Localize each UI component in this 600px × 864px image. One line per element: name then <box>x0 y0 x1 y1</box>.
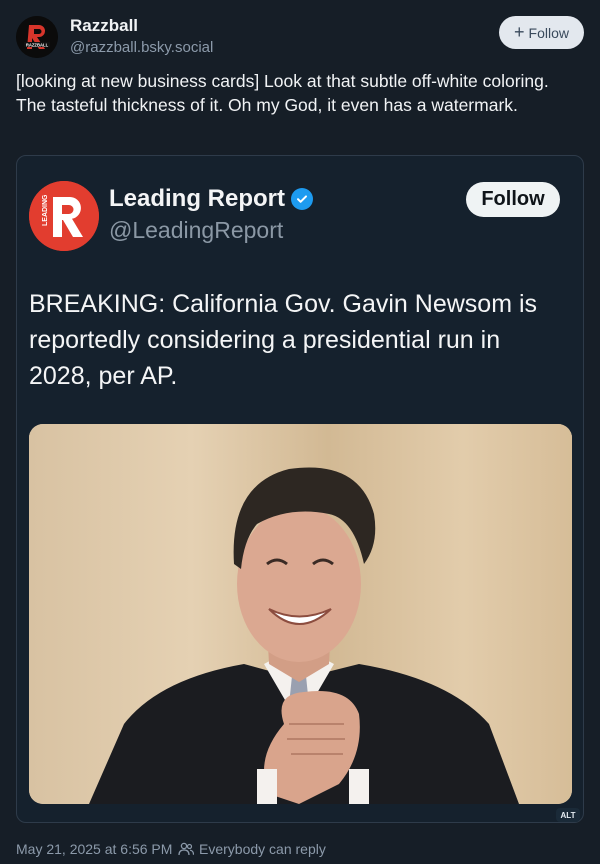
post-timestamp: May 21, 2025 at 6:56 PM <box>16 841 173 857</box>
follow-button-label: Follow <box>528 24 569 41</box>
svg-text:LEADING: LEADING <box>42 194 49 226</box>
author-name[interactable]: Razzball <box>70 16 138 36</box>
author-handle[interactable]: @razzball.bsky.social <box>70 39 213 56</box>
alt-badge[interactable]: ALT <box>556 808 580 822</box>
post: RAZZBALL Razzball @razzball.bsky.social … <box>0 0 600 864</box>
people-icon <box>178 842 194 856</box>
embed-account-name-text: Leading Report <box>109 185 286 212</box>
embed-follow-button: Follow <box>466 182 560 217</box>
reply-setting-label: Everybody can reply <box>199 841 326 857</box>
razzball-logo-icon: RAZZBALL <box>16 16 58 58</box>
leading-report-avatar: LEADING <box>29 181 99 251</box>
post-text: [looking at new business cards] Look at … <box>16 71 549 115</box>
embed-account-handle: @LeadingReport <box>109 217 284 243</box>
leading-report-logo-icon: LEADING <box>29 181 99 251</box>
plus-icon: + <box>514 21 525 42</box>
embed-text: BREAKING: California Gov. Gavin Newsom i… <box>29 290 538 390</box>
reply-setting[interactable]: Everybody can reply <box>178 841 326 857</box>
svg-text:RAZZBALL: RAZZBALL <box>26 42 49 47</box>
author-avatar[interactable]: RAZZBALL <box>16 16 58 58</box>
verified-badge-icon <box>291 188 314 210</box>
embedded-image[interactable]: LEADING Leading Report @LeadingReport Fo… <box>16 155 584 823</box>
follow-button[interactable]: + Follow <box>499 16 584 49</box>
newsom-photo <box>29 424 572 804</box>
embed-account-name: Leading Report <box>109 185 314 213</box>
man-portrait-icon <box>29 424 572 804</box>
